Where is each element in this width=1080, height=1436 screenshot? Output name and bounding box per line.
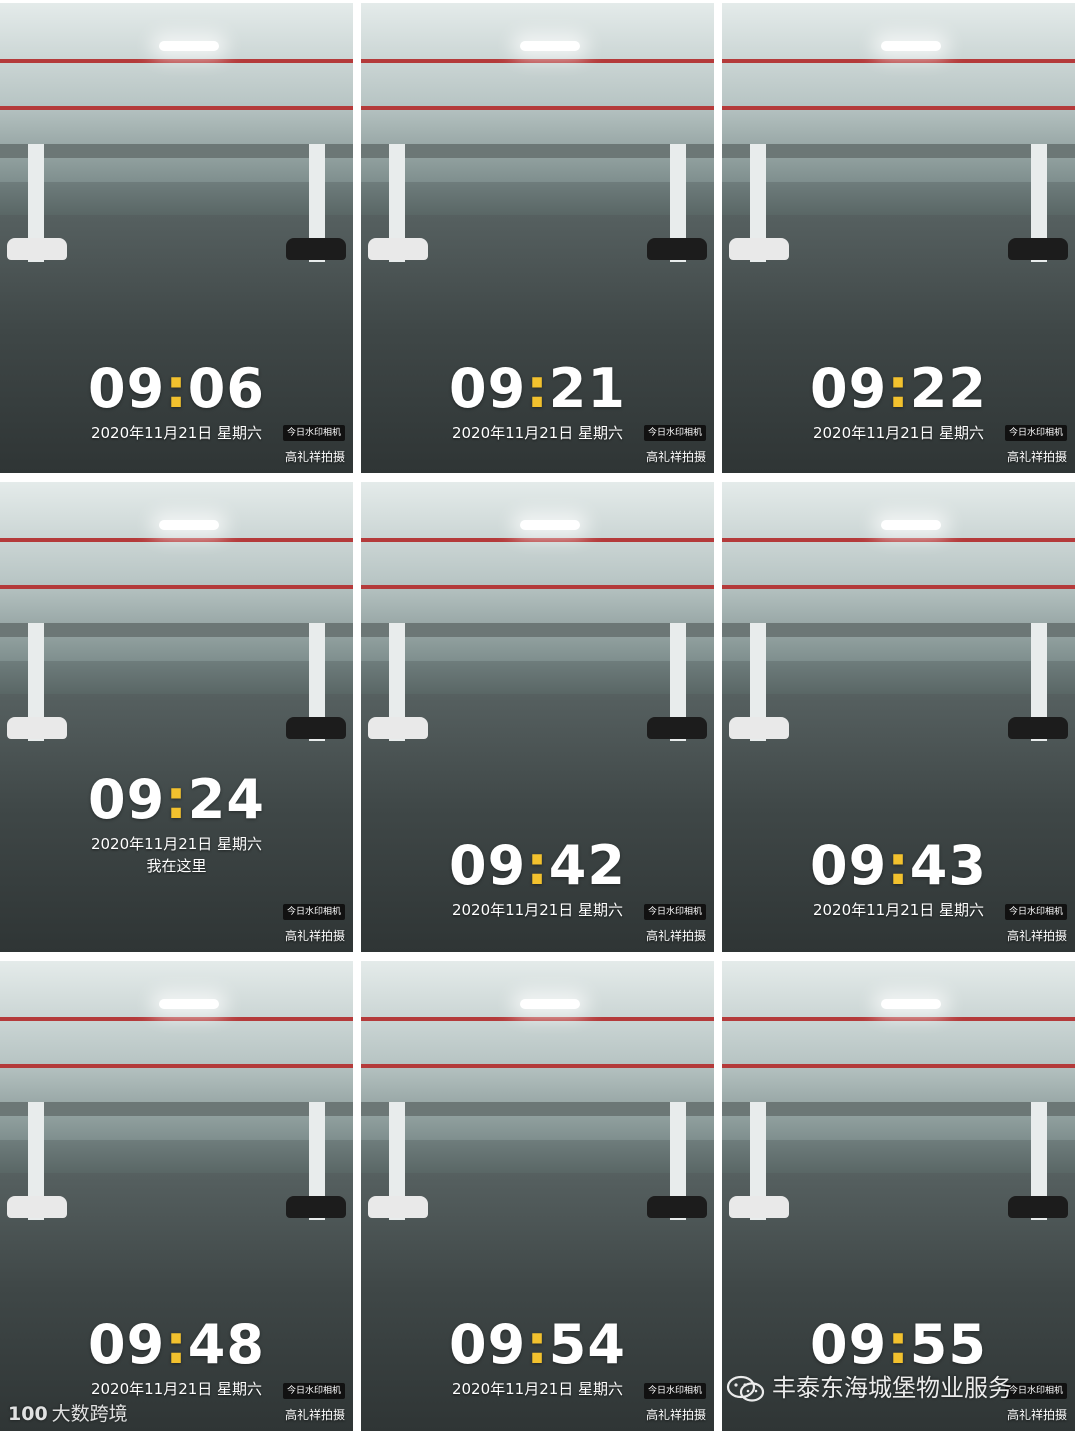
time-hour: 09 — [88, 357, 166, 420]
wechat-icon — [726, 1374, 766, 1404]
camera-app-badge: 今日水印相机 — [282, 1383, 345, 1399]
time-colon: : — [526, 1313, 549, 1376]
parking-photo: 09:43 2020年11月21日 星期六 今日水印相机 高礼祥拍摄 — [722, 482, 1075, 952]
time-colon: : — [887, 834, 910, 897]
photographer-credit: 高礼祥拍摄 — [1006, 929, 1067, 943]
time-minute: 21 — [548, 357, 626, 420]
time-colon: : — [165, 768, 188, 831]
time-hour: 09 — [88, 1313, 166, 1376]
date-text: 2020年11月21日 星期六 — [90, 835, 263, 853]
time-minute: 22 — [909, 357, 987, 420]
parking-photo: 09:21 2020年11月21日 星期六 今日水印相机 高礼祥拍摄 — [361, 3, 714, 473]
camera-app-badge: 今日水印相机 — [282, 904, 345, 920]
time-colon: : — [526, 834, 549, 897]
time-minute: 24 — [187, 768, 265, 831]
time-hour: 09 — [449, 834, 527, 897]
time-minute: 06 — [187, 357, 265, 420]
camera-app-badge: 今日水印相机 — [643, 425, 706, 441]
time-minute: 42 — [548, 834, 626, 897]
time-stamp: 09:24 2020年11月21日 星期六 我在这里 — [0, 772, 353, 876]
parking-photo: 09:06 2020年11月21日 星期六 今日水印相机 高礼祥拍摄 — [0, 3, 353, 473]
time-minute: 54 — [548, 1313, 626, 1376]
photographer-credit: 高礼祥拍摄 — [1006, 450, 1067, 464]
camera-app-badge: 今日水印相机 — [1004, 425, 1067, 441]
time-colon: : — [165, 357, 188, 420]
photographer-credit: 高礼祥拍摄 — [645, 1408, 706, 1422]
wechat-watermark: 丰泰东海城堡物业服务 — [726, 1370, 1066, 1406]
time-minute: 48 — [187, 1313, 265, 1376]
photographer-credit: 高礼祥拍摄 — [284, 929, 345, 943]
time-minute: 43 — [909, 834, 987, 897]
parking-photo: 09:22 2020年11月21日 星期六 今日水印相机 高礼祥拍摄 — [722, 3, 1075, 473]
location-note: 我在这里 — [146, 857, 207, 875]
time-colon: : — [526, 357, 549, 420]
time-hour: 09 — [88, 768, 166, 831]
time-hour: 09 — [810, 1313, 888, 1376]
camera-app-badge: 今日水印相机 — [282, 425, 345, 441]
camera-app-badge: 今日水印相机 — [1004, 904, 1067, 920]
time-colon: : — [165, 1313, 188, 1376]
source-watermark: 100 大数跨境 — [8, 1400, 128, 1428]
time-minute: 55 — [909, 1313, 987, 1376]
photographer-credit: 高礼祥拍摄 — [284, 1408, 345, 1422]
brand-logo: 100 — [8, 1403, 48, 1425]
photographer-credit: 高礼祥拍摄 — [284, 450, 345, 464]
time-hour: 09 — [449, 1313, 527, 1376]
time-colon: : — [887, 357, 910, 420]
time-hour: 09 — [810, 834, 888, 897]
time-hour: 09 — [449, 357, 527, 420]
photographer-credit: 高礼祥拍摄 — [645, 450, 706, 464]
time-colon: : — [887, 1313, 910, 1376]
time-stamp: 09:55 — [722, 1317, 1075, 1373]
account-name: 丰泰东海城堡物业服务 — [772, 1374, 1012, 1402]
parking-photo: 09:48 2020年11月21日 星期六 今日水印相机 高礼祥拍摄 — [0, 961, 353, 1431]
photo-grid: 09:06 2020年11月21日 星期六 今日水印相机 高礼祥拍摄 09:21… — [0, 0, 1080, 1436]
photographer-credit: 高礼祥拍摄 — [645, 929, 706, 943]
parking-photo: 09:55 今日水印相机 高礼祥拍摄 — [722, 961, 1075, 1431]
parking-photo: 09:42 2020年11月21日 星期六 今日水印相机 高礼祥拍摄 — [361, 482, 714, 952]
camera-app-badge: 今日水印相机 — [643, 1383, 706, 1399]
photographer-credit: 高礼祥拍摄 — [1006, 1408, 1067, 1422]
parking-photo: 09:24 2020年11月21日 星期六 我在这里 今日水印相机 高礼祥拍摄 — [0, 482, 353, 952]
time-hour: 09 — [810, 357, 888, 420]
parking-photo: 09:54 2020年11月21日 星期六 今日水印相机 高礼祥拍摄 — [361, 961, 714, 1431]
brand-name: 大数跨境 — [51, 1403, 128, 1425]
camera-app-badge: 今日水印相机 — [643, 904, 706, 920]
